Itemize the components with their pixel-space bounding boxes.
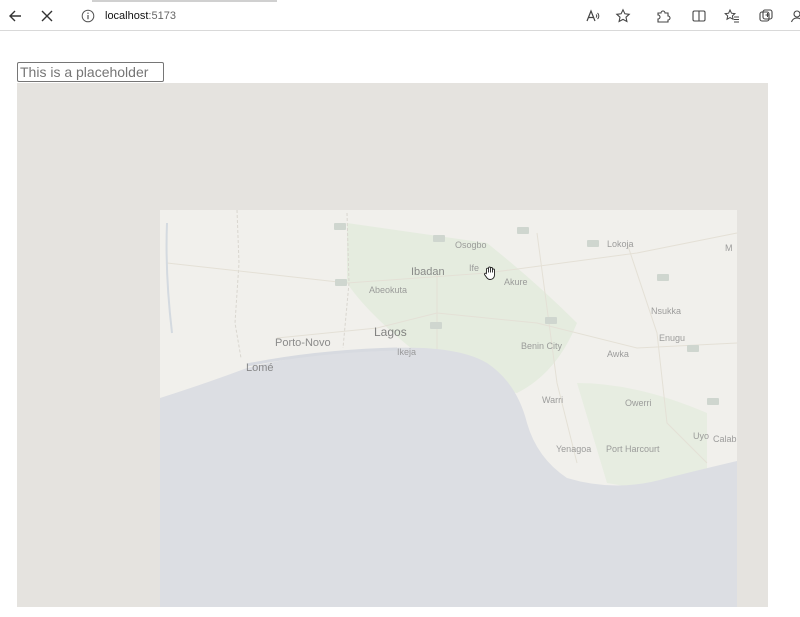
back-arrow-icon[interactable] [6, 7, 24, 25]
search-input[interactable] [17, 62, 164, 82]
map-tiles [160, 209, 738, 607]
map-label-osogbo: Osogbo [455, 240, 487, 250]
map-label-ikeja: Ikeja [397, 347, 417, 357]
loading-indicator [92, 0, 277, 2]
collections-icon[interactable] [757, 7, 775, 25]
favorite-star-icon[interactable] [614, 7, 632, 25]
road-badge [587, 240, 599, 247]
road-badge [687, 345, 699, 352]
map-label-ibadan: Ibadan [411, 266, 445, 278]
road-badge [517, 227, 529, 234]
address-bar[interactable]: localhost:5173 [76, 4, 576, 27]
map-label-port-harcourt: Port Harcourt [606, 444, 660, 454]
map-label-owerri: Owerri [625, 398, 652, 408]
stop-loading-icon[interactable] [38, 7, 56, 25]
url-port: :5173 [148, 9, 176, 22]
map-label-warri: Warri [542, 395, 564, 405]
map-label-m: M [725, 243, 733, 253]
road-badge [545, 317, 557, 324]
map-label-uyo: Uyo [693, 431, 710, 441]
map-label-benin-city: Benin City [521, 341, 563, 351]
road-badge [433, 235, 445, 242]
map-label-lagos: Lagos [374, 325, 407, 339]
favorites-icon[interactable] [723, 7, 741, 25]
road-badge [334, 223, 346, 230]
split-screen-icon[interactable] [690, 7, 708, 25]
road-badge [707, 398, 719, 405]
extensions-icon[interactable] [654, 7, 672, 25]
site-info-icon[interactable] [81, 9, 95, 23]
map-view[interactable]: Osogbo Ibadan Ife Akure Abeokuta Lagos I… [17, 83, 768, 607]
hand-cursor-icon [482, 265, 498, 281]
map-label-porto-novo: Porto-Novo [275, 337, 331, 349]
url-host: localhost [105, 9, 149, 22]
map-label-akure: Akure [504, 277, 528, 287]
road-badge [430, 322, 442, 329]
map-label-calabar: Calab [713, 434, 737, 444]
road-badge [657, 274, 669, 281]
map-label-enugu: Enugu [659, 333, 686, 343]
map-label-awka: Awka [607, 349, 629, 359]
map-label-lokoja: Lokoja [607, 239, 634, 249]
map-label-abeokuta: Abeokuta [369, 285, 408, 295]
read-aloud-icon[interactable] [584, 7, 602, 25]
road-badge [335, 279, 347, 286]
map-label-lome: Lomé [246, 362, 274, 374]
map-label-nsukka: Nsukka [651, 306, 682, 316]
profile-icon[interactable] [788, 7, 800, 25]
map-label-yenagoa: Yenagoa [556, 444, 592, 454]
map-label-ife: Ife [469, 263, 480, 273]
browser-toolbar: localhost:5173 [0, 0, 800, 31]
